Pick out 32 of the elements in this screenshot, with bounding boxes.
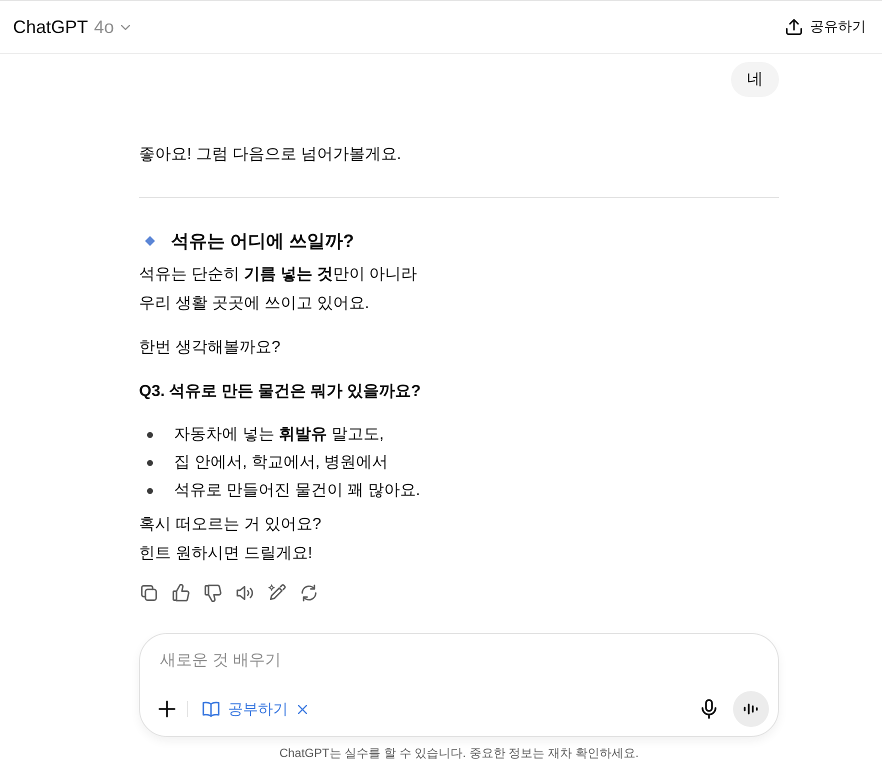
list-item-text: 집 안에서, 학교에서, 병원에서 <box>174 453 388 473</box>
message-composer[interactable]: 새로운 것 배우기 공부하기 <box>139 633 779 737</box>
thumbs-up-icon[interactable] <box>172 584 190 602</box>
close-icon[interactable] <box>296 702 309 716</box>
disclaimer-text: ChatGPT는 실수를 할 수 있습니다. 중요한 정보는 재차 확인하세요. <box>279 745 639 761</box>
diamond-icon <box>145 236 155 246</box>
message-text: 혹시 떠오르는 거 있어요? 힌트 원하시면 드릴게요! <box>139 515 322 564</box>
upload-icon <box>785 18 803 36</box>
thumbs-down-icon[interactable] <box>204 584 222 602</box>
microphone-icon[interactable] <box>699 699 719 719</box>
message-text: 좋아요! 그럼 다음으로 넘어가볼게요. <box>139 145 402 165</box>
refresh-icon[interactable] <box>300 584 318 602</box>
study-mode-button[interactable]: 공부하기 <box>194 694 296 724</box>
message-text: 석유는 단순히 기름 넣는 것만이 아니라 우리 생활 곳곳에 쓰이고 있어요. <box>139 265 418 314</box>
copy-icon[interactable] <box>140 584 158 602</box>
speaker-icon[interactable] <box>236 584 254 602</box>
bullet-icon <box>147 460 153 466</box>
pencil-sparkle-icon[interactable] <box>268 584 286 602</box>
plus-icon[interactable] <box>157 699 177 719</box>
list-item-text: 석유로 만들어진 물건이 꽤 많아요. <box>174 481 420 501</box>
bullet-icon <box>147 432 153 438</box>
message-text: 한번 생각해볼까요? <box>139 338 282 358</box>
book-icon <box>202 700 220 718</box>
model-selector-button[interactable]: ChatGPT 4o <box>5 12 140 42</box>
list-item-text: 자동차에 넣는 휘발유 말고도, <box>174 425 384 445</box>
user-message-bubble: 네 <box>731 62 779 97</box>
share-button[interactable]: 공유하기 <box>777 12 874 42</box>
bullet-icon <box>147 488 153 494</box>
question-text: Q3. 석유로 만든 물건은 뭐가 있을까요? <box>139 382 422 402</box>
voice-mode-button[interactable] <box>733 691 769 727</box>
message-input[interactable]: 새로운 것 배우기 <box>160 647 758 675</box>
section-heading: 석유는 어디에 쓰일까? <box>171 230 354 253</box>
